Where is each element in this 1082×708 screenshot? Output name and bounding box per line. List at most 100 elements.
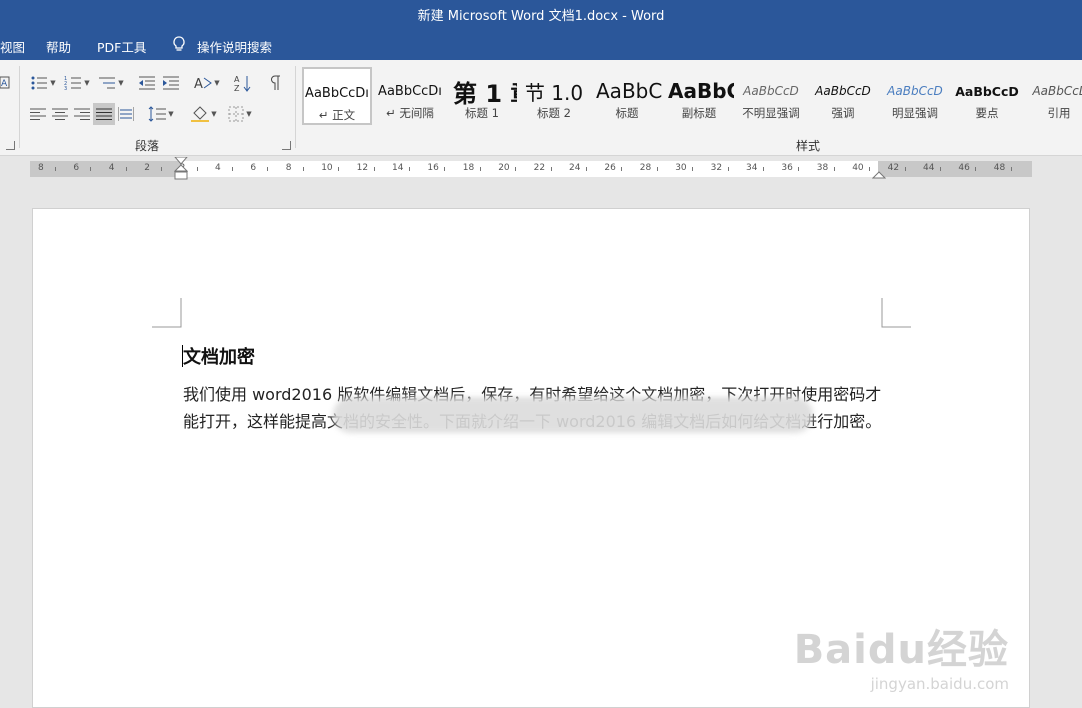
ruler-number: 34 xyxy=(746,163,758,173)
numbering-icon: 123 xyxy=(64,76,82,91)
ruler-tick xyxy=(1010,167,1012,171)
pilcrow-icon xyxy=(271,75,280,90)
ruler-number: 38 xyxy=(816,163,829,173)
numbering-button[interactable]: 1 2 3 ▼ xyxy=(62,72,92,94)
ruler-tick xyxy=(55,167,56,171)
increase-indent-button[interactable] xyxy=(160,72,182,94)
watermark: Baidu经验 jingyan.baidu.com xyxy=(794,617,1009,693)
style-label: ↵ 无间隔 xyxy=(386,106,434,120)
sort-button[interactable]: AZ xyxy=(232,72,254,94)
ruler-tick xyxy=(763,167,764,171)
indent-marker-icon[interactable] xyxy=(174,157,188,183)
chevron-down-icon: ▼ xyxy=(50,79,56,87)
borders-button[interactable]: ▼ xyxy=(224,103,256,125)
ruler-tick xyxy=(338,167,340,171)
style-quote[interactable]: AaBbCcL 引用 xyxy=(1024,67,1082,125)
style-label: 强调 xyxy=(831,106,855,120)
ruler-tick xyxy=(869,167,871,171)
style-intense-emphasis[interactable]: AaBbCcD 明显强调 xyxy=(880,67,950,125)
style-preview: AaBbCcDı xyxy=(378,83,442,99)
distributed-button[interactable] xyxy=(116,103,136,125)
style-label: ↵ 正文 xyxy=(318,108,356,122)
ruler-number: 6 xyxy=(73,163,80,173)
style-label: 引用 xyxy=(1047,106,1071,120)
ruler-number: 16 xyxy=(427,163,439,173)
ruler-tick xyxy=(798,167,800,171)
font-color-icon[interactable]: A xyxy=(0,72,10,94)
ruler-tick xyxy=(444,167,446,171)
tab-pdf-tools[interactable]: PDF工具 xyxy=(97,37,146,56)
style-preview: AaBbCcD xyxy=(887,84,943,98)
align-center-button[interactable] xyxy=(50,103,70,125)
style-title[interactable]: AaBbC 标题 xyxy=(592,67,662,125)
ruler-tick xyxy=(904,167,906,171)
tell-me-search[interactable]: 操作说明搜索 xyxy=(197,37,272,56)
svg-text:Z: Z xyxy=(234,84,240,92)
ruler-number: 26 xyxy=(604,163,616,173)
tab-view[interactable]: 视图 xyxy=(0,37,25,56)
style-strong[interactable]: AaBbCcD 要点 xyxy=(952,67,1022,125)
right-indent-marker-icon[interactable] xyxy=(872,166,886,180)
asian-layout-button[interactable]: A ▼ xyxy=(192,72,222,94)
ruler-tick xyxy=(940,167,941,171)
ruler-number: 4 xyxy=(108,163,115,173)
style-heading-2[interactable]: 节 1.0 标题 2 xyxy=(519,67,589,125)
ruler-number: 2 xyxy=(144,163,150,173)
shading-button[interactable]: ▼ xyxy=(188,103,220,125)
title-bar: 新建 Microsoft Word 文档1.docx - Word xyxy=(0,0,1082,28)
borders-icon xyxy=(228,106,244,122)
multilevel-list-button[interactable]: ▼ xyxy=(96,72,126,94)
ruler-tick xyxy=(621,167,623,171)
paint-bucket-icon xyxy=(191,106,210,122)
ruler-tick xyxy=(161,167,163,171)
horizontal-ruler[interactable]: 8642246810121416182022242628303234363840… xyxy=(30,157,1032,180)
paragraph-dialog-launcher-icon[interactable] xyxy=(282,141,291,150)
ruler-number: 6 xyxy=(250,163,257,173)
style-preview: AaBbCcD xyxy=(815,84,871,98)
style-subtitle[interactable]: AaBbC 副标题 xyxy=(664,67,734,125)
ruler-tick xyxy=(692,167,694,171)
justify-button[interactable] xyxy=(93,103,115,125)
dialog-launcher-icon[interactable] xyxy=(6,141,15,150)
decrease-indent-icon xyxy=(139,76,155,90)
menu-bar: 视图 帮助 PDF工具 操作说明搜索 xyxy=(0,28,1082,60)
document-page[interactable]: 文档加密 我们使用 word2016 版软件编辑文档后，保存，有时希望给这个文档… xyxy=(32,208,1030,708)
ruler-number: 4 xyxy=(215,163,221,173)
paragraph-group-label: 段落 xyxy=(135,139,160,153)
increase-indent-icon xyxy=(163,76,179,90)
style-normal[interactable]: AaBbCcDı ↵ 正文 xyxy=(302,67,372,125)
margin-corner-top-left xyxy=(152,298,182,328)
ruler-tick xyxy=(833,167,835,171)
ruler-number: 8 xyxy=(38,163,44,173)
line-spacing-icon xyxy=(148,106,167,122)
distributed-icon xyxy=(118,107,134,121)
sort-icon: AZ xyxy=(234,75,251,92)
ruler-number: 20 xyxy=(498,163,510,173)
align-right-button[interactable] xyxy=(72,103,92,125)
bullets-button[interactable]: ▼ xyxy=(28,72,58,94)
style-emphasis[interactable]: AaBbCcD 强调 xyxy=(808,67,878,125)
style-heading-1[interactable]: 第 1 章 标题 1 xyxy=(447,67,517,125)
ruler-tick xyxy=(409,167,410,171)
document-heading[interactable]: 文档加密 xyxy=(183,343,255,369)
ruler-number: 40 xyxy=(852,163,864,173)
align-left-icon xyxy=(30,108,46,120)
decrease-indent-button[interactable] xyxy=(136,72,158,94)
chevron-down-icon: ▼ xyxy=(211,110,217,118)
ruler-number: 22 xyxy=(533,163,546,173)
style-no-spacing[interactable]: AaBbCcDı ↵ 无间隔 xyxy=(375,67,445,125)
style-subtle-emphasis[interactable]: AaBbCcD 不明显强调 xyxy=(736,67,806,125)
chevron-down-icon: ▼ xyxy=(214,79,220,87)
ruler-number: 30 xyxy=(675,163,687,173)
ruler-tick xyxy=(586,167,587,171)
tab-help[interactable]: 帮助 xyxy=(46,37,71,56)
ruler-tick xyxy=(515,167,517,171)
show-formatting-button[interactable] xyxy=(264,72,286,94)
line-spacing-button[interactable]: ▼ xyxy=(146,103,176,125)
align-left-button[interactable] xyxy=(28,103,48,125)
style-preview: AaBbCcD xyxy=(743,84,799,98)
style-label: 明显强调 xyxy=(892,106,938,120)
watermark-brand: Baidu经验 xyxy=(793,627,1009,673)
style-preview: AaBbCcL xyxy=(1032,84,1082,98)
style-preview: AaBbCcD xyxy=(955,83,1019,99)
